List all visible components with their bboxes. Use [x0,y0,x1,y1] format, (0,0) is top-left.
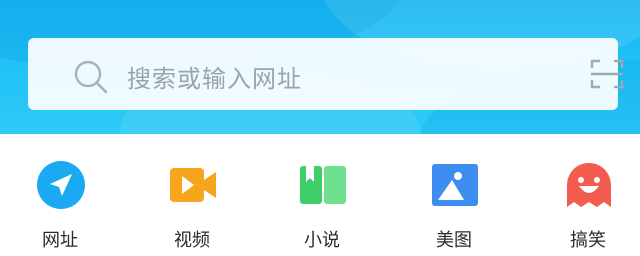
shortcut-label: 小说 [304,230,340,251]
search-bar[interactable]: 搜索或输入网址 [28,38,624,110]
header-banner: 搜索或输入网址 [0,0,640,134]
shortcut-websites[interactable]: 网址 [14,134,106,256]
ghost-face-icon [567,163,611,207]
shortcut-novels[interactable]: 小说 [276,134,368,256]
shortcut-label: 视频 [174,230,210,251]
scan-icon[interactable] [590,58,624,90]
shortcut-funny[interactable]: 搞笑 [542,134,634,256]
shortcut-pictures[interactable]: 美图 [408,134,500,256]
shortcut-label: 搞笑 [570,230,606,251]
shortcut-grid: 网址 视频 小说 美图 搞笑 [0,134,640,256]
shortcut-videos[interactable]: 视频 [146,134,238,256]
video-camera-icon [170,168,216,202]
browser-home: 搜索或输入网址 网址 视频 小说 美图 搞笑 [0,0,640,256]
shortcut-label: 网址 [42,230,78,251]
search-icon [74,60,108,94]
picture-mountain-icon [432,164,478,206]
open-book-icon [300,166,346,204]
navigation-arrow-icon [37,161,85,209]
search-placeholder[interactable]: 搜索或输入网址 [127,59,302,94]
shortcut-label: 美图 [436,230,472,251]
